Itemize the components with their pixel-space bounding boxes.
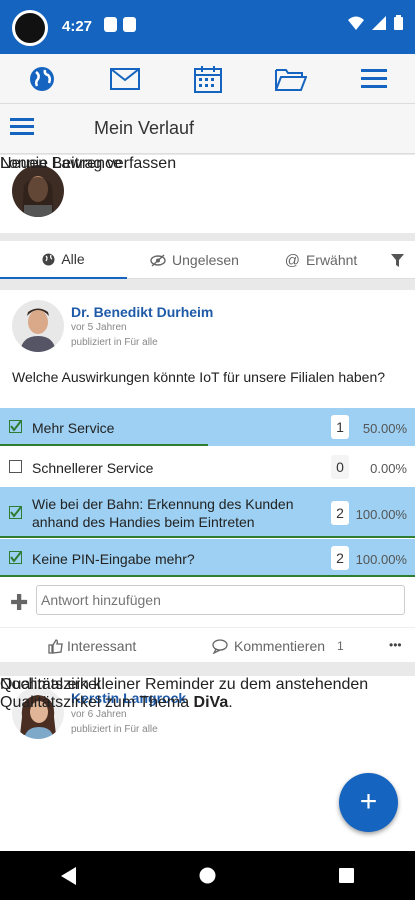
filter-icon <box>391 253 404 267</box>
new-post-button[interactable]: + <box>339 773 398 832</box>
poll-option[interactable]: Mehr Service 1 50.00% <box>0 408 415 447</box>
thumbs-up-icon <box>48 638 63 654</box>
post-published-in: publiziert in Für alle <box>71 724 158 735</box>
page-title: Mein Verlauf <box>94 118 195 138</box>
poll-option-label: Mehr Service <box>32 420 115 436</box>
page-header: Mein Verlauf <box>0 104 415 154</box>
post-time: vor 5 Jahren <box>71 322 127 333</box>
poll-option-bar <box>0 575 415 577</box>
comment-icon <box>212 638 228 654</box>
poll-option-count: 0 <box>331 455 349 479</box>
poll-option[interactable]: Keine PIN-Eingabe mehr? 2 100.00% <box>0 539 415 578</box>
plus-icon[interactable]: ✚ <box>10 590 28 616</box>
tab-mentioned[interactable]: @ Erwähnt <box>262 241 380 279</box>
poll-question: Welche Auswirkungen könnte IoT für unser… <box>12 369 386 385</box>
composer-prompt[interactable]: Neuen Beitrag verfassen <box>0 155 176 173</box>
avatar <box>12 300 64 352</box>
home-icon[interactable] <box>199 867 216 884</box>
post-body-text: Nochmal ein kleiner Reminder zu dem anst… <box>0 676 369 711</box>
poll-option-label: Wie bei der Bahn: Erkennung des Kunden a… <box>32 496 294 530</box>
comment-button[interactable]: Kommentieren 1 <box>212 638 344 654</box>
system-navigation-bar <box>0 851 415 900</box>
post-body-bold: DiVa <box>193 694 229 711</box>
poll-option-percent: 100.00% <box>355 552 407 567</box>
poll-option-count: 1 <box>331 415 349 439</box>
more-options-icon[interactable]: ••• <box>389 638 402 652</box>
folder-icon[interactable] <box>271 59 311 99</box>
app-notification-icon <box>104 17 117 32</box>
poll-option[interactable]: Schnellerer Service 0 0.00% <box>0 447 415 487</box>
poll-option-percent: 100.00% <box>355 507 407 522</box>
tab-mentioned-label: Erwähnt <box>305 252 358 268</box>
poll-option-label: Keine PIN-Eingabe mehr? <box>32 551 195 567</box>
mail-icon[interactable] <box>105 59 145 99</box>
poll-option-count: 2 <box>331 501 349 525</box>
recents-icon[interactable] <box>338 868 354 883</box>
battery-icon <box>394 15 403 30</box>
tab-all-label: Alle <box>61 251 85 267</box>
like-button[interactable]: Interessant <box>48 638 136 654</box>
menu-icon[interactable] <box>354 59 394 99</box>
like-label: Interessant <box>67 638 137 654</box>
tab-all[interactable]: Alle <box>0 241 127 279</box>
poll-option-bar <box>0 444 208 446</box>
post-actions: Interessant Kommentieren 1 ••• <box>0 627 415 662</box>
comment-count: 1 <box>337 639 344 653</box>
eye-slash-icon <box>150 253 166 267</box>
poll-option-count: 2 <box>331 546 349 570</box>
filter-tabs: Alle Ungelesen @ Erwähnt <box>0 241 415 279</box>
post-published-in: publiziert in Für alle <box>71 337 158 348</box>
comment-label: Kommentieren <box>234 638 326 654</box>
status-time: 4:27 <box>62 18 93 35</box>
filter-button[interactable] <box>380 241 415 279</box>
back-icon[interactable] <box>61 866 77 885</box>
system-icons <box>348 15 403 30</box>
globe-icon[interactable] <box>22 59 62 99</box>
post-body: Nochmal ein kleiner Reminder zu dem anst… <box>0 676 415 712</box>
hamburger-menu-icon[interactable] <box>10 116 34 143</box>
calendar-icon[interactable] <box>188 59 228 99</box>
poll-option[interactable]: Wie bei der Bahn: Erkennung des Kunden a… <box>0 487 415 539</box>
poll-option-label: Schnellerer Service <box>32 460 154 476</box>
add-answer-row: ✚ <box>0 583 415 623</box>
sd-card-icon <box>123 17 136 32</box>
add-answer-input[interactable] <box>36 585 405 615</box>
tab-unread-label: Ungelesen <box>172 252 239 268</box>
tab-unread[interactable]: Ungelesen <box>127 241 262 279</box>
notification-icons <box>104 17 136 32</box>
checkbox-empty-icon <box>9 460 22 473</box>
at-icon: @ <box>284 251 300 269</box>
poll-option-percent: 0.00% <box>370 461 407 476</box>
checkbox-checked-icon <box>9 551 22 564</box>
globe-icon <box>42 253 55 265</box>
checkbox-checked-icon <box>9 420 22 433</box>
post-body-end: . <box>228 694 233 711</box>
checkbox-checked-icon <box>9 506 22 519</box>
post-author[interactable]: Dr. Benedikt Durheim <box>71 304 213 320</box>
status-bar: 4:27 <box>0 0 415 54</box>
top-navigation <box>0 54 415 104</box>
camera-cutout <box>12 10 48 46</box>
poll-option-bar <box>0 536 415 538</box>
wifi-icon <box>348 16 364 30</box>
poll-option-percent: 50.00% <box>362 421 407 436</box>
signal-icon <box>372 15 386 30</box>
